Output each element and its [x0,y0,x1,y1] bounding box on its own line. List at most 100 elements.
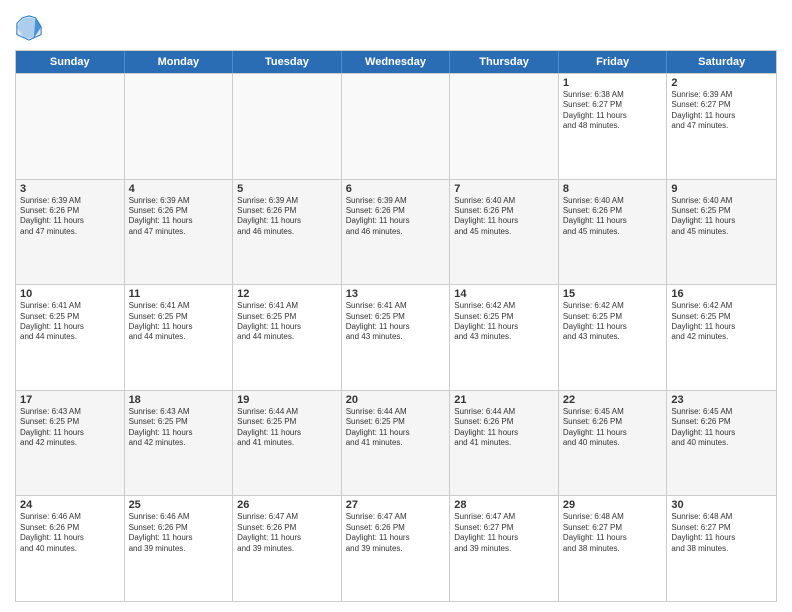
day-info: Sunrise: 6:43 AM Sunset: 6:25 PM Dayligh… [129,407,229,449]
day-number: 28 [454,499,554,511]
day-info: Sunrise: 6:40 AM Sunset: 6:26 PM Dayligh… [563,196,663,238]
cal-cell-6: 6Sunrise: 6:39 AM Sunset: 6:26 PM Daylig… [342,180,451,285]
day-header-tuesday: Tuesday [233,51,342,73]
calendar-row-3: 17Sunrise: 6:43 AM Sunset: 6:25 PM Dayli… [16,390,776,496]
cal-cell-15: 15Sunrise: 6:42 AM Sunset: 6:25 PM Dayli… [559,285,668,390]
day-number: 14 [454,288,554,300]
day-info: Sunrise: 6:39 AM Sunset: 6:26 PM Dayligh… [129,196,229,238]
cal-cell-18: 18Sunrise: 6:43 AM Sunset: 6:25 PM Dayli… [125,391,234,496]
day-info: Sunrise: 6:44 AM Sunset: 6:25 PM Dayligh… [237,407,337,449]
cal-cell-13: 13Sunrise: 6:41 AM Sunset: 6:25 PM Dayli… [342,285,451,390]
cal-cell-30: 30Sunrise: 6:48 AM Sunset: 6:27 PM Dayli… [667,496,776,601]
logo-icon [15,14,43,42]
logo [15,14,47,42]
day-info: Sunrise: 6:40 AM Sunset: 6:26 PM Dayligh… [454,196,554,238]
day-info: Sunrise: 6:39 AM Sunset: 6:26 PM Dayligh… [237,196,337,238]
day-number: 13 [346,288,446,300]
day-info: Sunrise: 6:38 AM Sunset: 6:27 PM Dayligh… [563,90,663,132]
cal-cell-empty-1 [125,74,234,179]
day-header-wednesday: Wednesday [342,51,451,73]
day-number: 30 [671,499,772,511]
day-number: 10 [20,288,120,300]
header [15,10,777,42]
day-number: 20 [346,394,446,406]
day-info: Sunrise: 6:46 AM Sunset: 6:26 PM Dayligh… [20,512,120,554]
day-number: 16 [671,288,772,300]
day-number: 2 [671,77,772,89]
day-info: Sunrise: 6:48 AM Sunset: 6:27 PM Dayligh… [671,512,772,554]
page: SundayMondayTuesdayWednesdayThursdayFrid… [0,0,792,612]
cal-cell-empty-3 [342,74,451,179]
day-info: Sunrise: 6:46 AM Sunset: 6:26 PM Dayligh… [129,512,229,554]
day-info: Sunrise: 6:39 AM Sunset: 6:27 PM Dayligh… [671,90,772,132]
cal-cell-5: 5Sunrise: 6:39 AM Sunset: 6:26 PM Daylig… [233,180,342,285]
calendar-body: 1Sunrise: 6:38 AM Sunset: 6:27 PM Daylig… [16,73,776,601]
day-number: 23 [671,394,772,406]
day-number: 25 [129,499,229,511]
day-number: 6 [346,183,446,195]
day-info: Sunrise: 6:42 AM Sunset: 6:25 PM Dayligh… [563,301,663,343]
cal-cell-1: 1Sunrise: 6:38 AM Sunset: 6:27 PM Daylig… [559,74,668,179]
cal-cell-21: 21Sunrise: 6:44 AM Sunset: 6:26 PM Dayli… [450,391,559,496]
day-number: 11 [129,288,229,300]
day-info: Sunrise: 6:41 AM Sunset: 6:25 PM Dayligh… [20,301,120,343]
day-info: Sunrise: 6:41 AM Sunset: 6:25 PM Dayligh… [346,301,446,343]
day-header-saturday: Saturday [667,51,776,73]
cal-cell-4: 4Sunrise: 6:39 AM Sunset: 6:26 PM Daylig… [125,180,234,285]
cal-cell-29: 29Sunrise: 6:48 AM Sunset: 6:27 PM Dayli… [559,496,668,601]
day-info: Sunrise: 6:40 AM Sunset: 6:25 PM Dayligh… [671,196,772,238]
day-number: 15 [563,288,663,300]
day-number: 8 [563,183,663,195]
day-number: 19 [237,394,337,406]
day-info: Sunrise: 6:39 AM Sunset: 6:26 PM Dayligh… [20,196,120,238]
day-info: Sunrise: 6:41 AM Sunset: 6:25 PM Dayligh… [129,301,229,343]
cal-cell-2: 2Sunrise: 6:39 AM Sunset: 6:27 PM Daylig… [667,74,776,179]
cal-cell-27: 27Sunrise: 6:47 AM Sunset: 6:26 PM Dayli… [342,496,451,601]
day-header-thursday: Thursday [450,51,559,73]
day-number: 12 [237,288,337,300]
calendar-row-4: 24Sunrise: 6:46 AM Sunset: 6:26 PM Dayli… [16,495,776,601]
cal-cell-empty-0 [16,74,125,179]
calendar-row-2: 10Sunrise: 6:41 AM Sunset: 6:25 PM Dayli… [16,284,776,390]
cal-cell-10: 10Sunrise: 6:41 AM Sunset: 6:25 PM Dayli… [16,285,125,390]
cal-cell-empty-4 [450,74,559,179]
cal-cell-14: 14Sunrise: 6:42 AM Sunset: 6:25 PM Dayli… [450,285,559,390]
day-header-friday: Friday [559,51,668,73]
day-info: Sunrise: 6:42 AM Sunset: 6:25 PM Dayligh… [671,301,772,343]
day-info: Sunrise: 6:45 AM Sunset: 6:26 PM Dayligh… [671,407,772,449]
day-header-sunday: Sunday [16,51,125,73]
day-number: 7 [454,183,554,195]
day-info: Sunrise: 6:43 AM Sunset: 6:25 PM Dayligh… [20,407,120,449]
day-info: Sunrise: 6:45 AM Sunset: 6:26 PM Dayligh… [563,407,663,449]
cal-cell-11: 11Sunrise: 6:41 AM Sunset: 6:25 PM Dayli… [125,285,234,390]
day-info: Sunrise: 6:42 AM Sunset: 6:25 PM Dayligh… [454,301,554,343]
cal-cell-7: 7Sunrise: 6:40 AM Sunset: 6:26 PM Daylig… [450,180,559,285]
day-info: Sunrise: 6:47 AM Sunset: 6:26 PM Dayligh… [346,512,446,554]
day-info: Sunrise: 6:39 AM Sunset: 6:26 PM Dayligh… [346,196,446,238]
calendar-header: SundayMondayTuesdayWednesdayThursdayFrid… [16,51,776,73]
cal-cell-28: 28Sunrise: 6:47 AM Sunset: 6:27 PM Dayli… [450,496,559,601]
day-number: 17 [20,394,120,406]
day-number: 29 [563,499,663,511]
cal-cell-9: 9Sunrise: 6:40 AM Sunset: 6:25 PM Daylig… [667,180,776,285]
calendar-row-0: 1Sunrise: 6:38 AM Sunset: 6:27 PM Daylig… [16,73,776,179]
day-number: 26 [237,499,337,511]
day-number: 5 [237,183,337,195]
day-info: Sunrise: 6:44 AM Sunset: 6:25 PM Dayligh… [346,407,446,449]
day-number: 1 [563,77,663,89]
cal-cell-26: 26Sunrise: 6:47 AM Sunset: 6:26 PM Dayli… [233,496,342,601]
day-number: 9 [671,183,772,195]
day-number: 4 [129,183,229,195]
cal-cell-empty-2 [233,74,342,179]
day-info: Sunrise: 6:44 AM Sunset: 6:26 PM Dayligh… [454,407,554,449]
cal-cell-25: 25Sunrise: 6:46 AM Sunset: 6:26 PM Dayli… [125,496,234,601]
day-header-monday: Monday [125,51,234,73]
day-number: 24 [20,499,120,511]
day-number: 18 [129,394,229,406]
day-info: Sunrise: 6:47 AM Sunset: 6:26 PM Dayligh… [237,512,337,554]
cal-cell-8: 8Sunrise: 6:40 AM Sunset: 6:26 PM Daylig… [559,180,668,285]
day-number: 21 [454,394,554,406]
day-info: Sunrise: 6:41 AM Sunset: 6:25 PM Dayligh… [237,301,337,343]
day-number: 22 [563,394,663,406]
cal-cell-16: 16Sunrise: 6:42 AM Sunset: 6:25 PM Dayli… [667,285,776,390]
